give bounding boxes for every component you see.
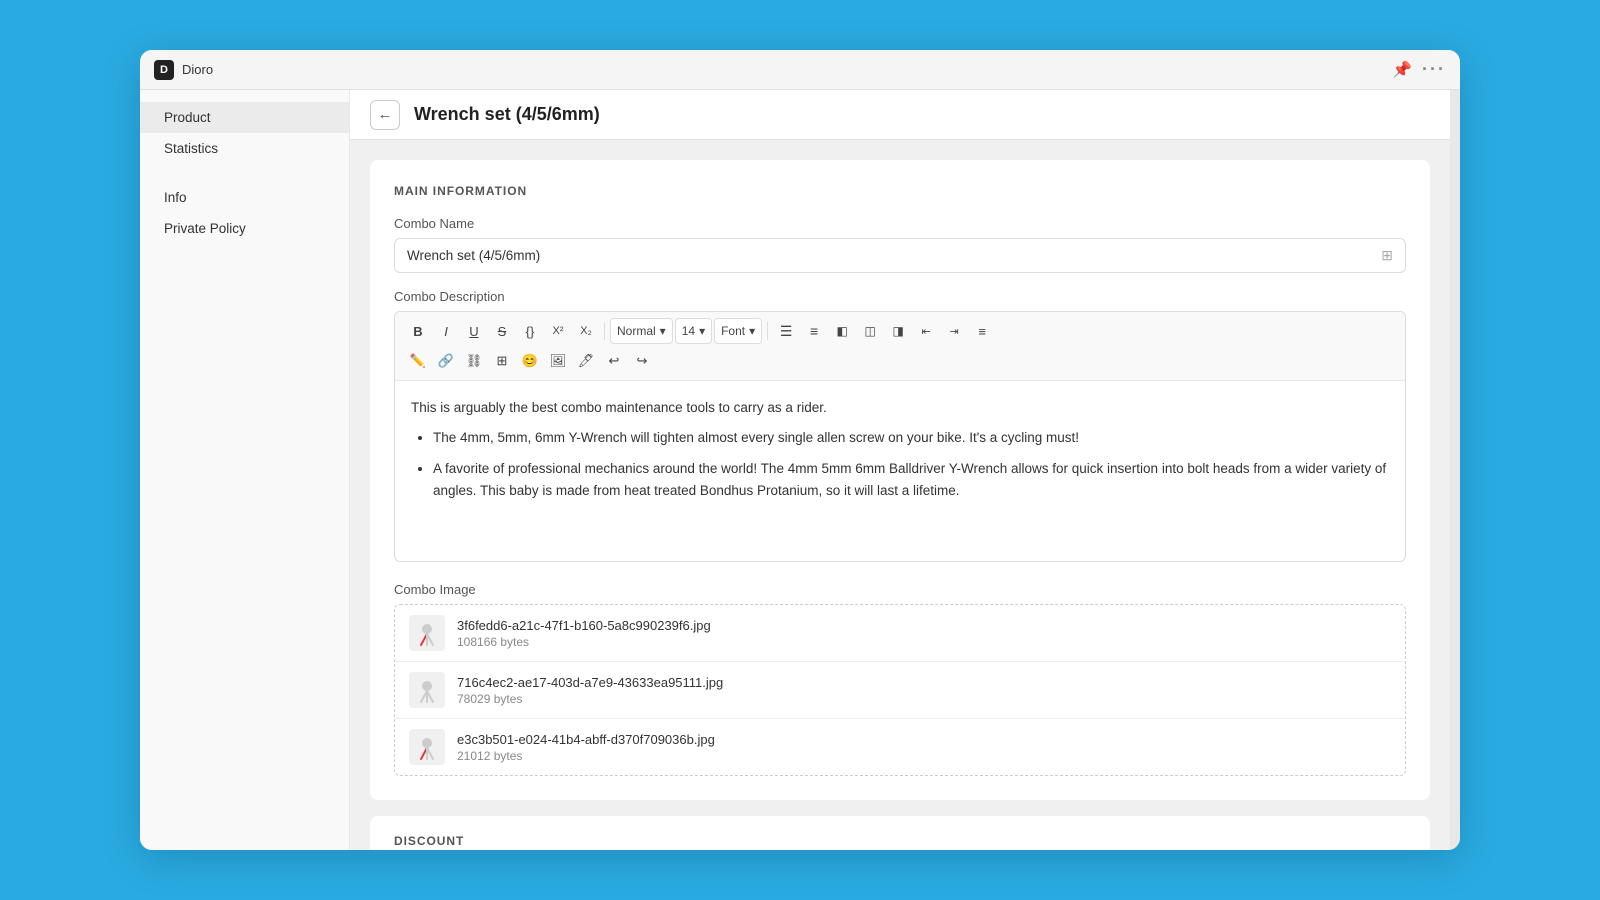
toolbar-indent-right[interactable]: ⇥	[941, 318, 967, 344]
list-item-1: The 4mm, 5mm, 6mm Y-Wrench will tighten …	[433, 427, 1389, 449]
page-title: Wrench set (4/5/6mm)	[414, 104, 600, 125]
style-value: Normal	[617, 324, 656, 338]
toolbar-ordered-list[interactable]: ≡	[801, 318, 827, 344]
combo-image-label: Combo Image	[394, 582, 1406, 597]
scrollbar[interactable]	[1450, 90, 1460, 850]
titlebar-icons: 📌 ···	[1392, 59, 1446, 80]
toolbar-emoji[interactable]: 😊	[517, 348, 543, 374]
image-info-1: 3f6fedd6-a21c-47f1-b160-5a8c990239f6.jpg…	[457, 618, 711, 649]
toolbar-superscript[interactable]: X²	[545, 318, 571, 344]
image-item-2: 716c4ec2-ae17-403d-a7e9-43633ea95111.jpg…	[395, 662, 1405, 719]
font-value: Font	[721, 324, 745, 338]
combo-desc-label: Combo Description	[394, 289, 1406, 304]
image-info-2: 716c4ec2-ae17-403d-a7e9-43633ea95111.jpg…	[457, 675, 723, 706]
app-name: Dioro	[182, 62, 1392, 77]
back-button[interactable]: ←	[370, 100, 400, 130]
toolbar-divider-2	[767, 322, 768, 340]
combo-desc-field: Combo Description B I U S {} X²	[394, 289, 1406, 562]
discount-card: DISCOUNT	[370, 816, 1430, 850]
image-thumb-3	[409, 729, 445, 765]
combo-name-input[interactable]: Wrench set (4/5/6mm) ⊞	[394, 238, 1406, 273]
image-list: 3f6fedd6-a21c-47f1-b160-5a8c990239f6.jpg…	[394, 604, 1406, 776]
editor-list: The 4mm, 5mm, 6mm Y-Wrench will tighten …	[411, 427, 1389, 502]
editor-toolbar: B I U S {} X² X₂ Normal	[395, 312, 1405, 381]
editor-wrapper: B I U S {} X² X₂ Normal	[394, 311, 1406, 562]
toolbar-redo[interactable]: ↪	[629, 348, 655, 374]
toolbar-indent-left[interactable]: ⇤	[913, 318, 939, 344]
combo-name-field: Combo Name Wrench set (4/5/6mm) ⊞	[394, 216, 1406, 273]
list-item-2: A favorite of professional mechanics aro…	[433, 458, 1389, 501]
toolbar-align-center[interactable]: ◫	[857, 318, 883, 344]
main-content: ← Wrench set (4/5/6mm) MAIN INFORMATION …	[350, 90, 1450, 850]
app-logo: D	[154, 60, 174, 80]
toolbar-justify[interactable]: ≡	[969, 318, 995, 344]
image-size-3: 21012 bytes	[457, 749, 715, 763]
toolbar-link[interactable]: 🔗	[433, 348, 459, 374]
toolbar-row-1: B I U S {} X² X₂ Normal	[405, 318, 1395, 344]
topbar: ← Wrench set (4/5/6mm)	[350, 90, 1450, 140]
toolbar-style-select[interactable]: Normal ▾	[610, 318, 673, 344]
back-icon: ←	[378, 106, 393, 123]
toolbar-align-right[interactable]: ◨	[885, 318, 911, 344]
app-body: Product Statistics Info Private Policy ←…	[140, 90, 1460, 850]
combo-image-field: Combo Image	[394, 582, 1406, 776]
font-arrow: ▾	[749, 324, 755, 338]
more-icon[interactable]: ···	[1422, 59, 1446, 80]
editor-paragraph: This is arguably the best combo maintena…	[411, 397, 1389, 419]
image-info-3: e3c3b501-e024-41b4-abff-d370f709036b.jpg…	[457, 732, 715, 763]
toolbar-underline[interactable]: U	[461, 318, 487, 344]
titlebar: D Dioro 📌 ···	[140, 50, 1460, 90]
toolbar-align-left[interactable]: ◧	[829, 318, 855, 344]
sidebar-item-product[interactable]: Product	[140, 102, 349, 133]
toolbar-highlight[interactable]: 🖊	[573, 348, 599, 374]
app-window: D Dioro 📌 ··· Product Statistics Info Pr…	[140, 50, 1460, 850]
pin-icon[interactable]: 📌	[1392, 60, 1412, 80]
toolbar-image[interactable]: 🖼	[545, 348, 571, 374]
toolbar-font-select[interactable]: Font ▾	[714, 318, 762, 344]
toolbar-table[interactable]: ⊞	[489, 348, 515, 374]
input-copy-icon: ⊞	[1381, 247, 1393, 264]
image-item-3: e3c3b501-e024-41b4-abff-d370f709036b.jpg…	[395, 719, 1405, 775]
toolbar-bold[interactable]: B	[405, 318, 431, 344]
image-item-1: 3f6fedd6-a21c-47f1-b160-5a8c990239f6.jpg…	[395, 605, 1405, 662]
editor-content[interactable]: This is arguably the best combo maintena…	[395, 381, 1405, 561]
toolbar-unlink[interactable]: ⛓	[461, 348, 487, 374]
toolbar-bullet-list[interactable]: ☰	[773, 318, 799, 344]
sidebar-item-statistics[interactable]: Statistics	[140, 133, 349, 164]
toolbar-code[interactable]: {}	[517, 318, 543, 344]
toolbar-row-2: ✏️ 🔗 ⛓ ⊞ 😊 🖼 🖊 ↩ ↪	[405, 348, 1395, 374]
toolbar-subscript[interactable]: X₂	[573, 318, 599, 344]
image-name-3: e3c3b501-e024-41b4-abff-d370f709036b.jpg	[457, 732, 715, 747]
toolbar-pencil[interactable]: ✏️	[405, 348, 431, 374]
size-arrow: ▾	[699, 324, 705, 338]
size-value: 14	[682, 324, 695, 338]
style-arrow: ▾	[660, 324, 666, 338]
content-area: MAIN INFORMATION Combo Name Wrench set (…	[350, 140, 1450, 850]
image-name-2: 716c4ec2-ae17-403d-a7e9-43633ea95111.jpg	[457, 675, 723, 690]
image-thumb-2	[409, 672, 445, 708]
main-info-card: MAIN INFORMATION Combo Name Wrench set (…	[370, 160, 1430, 800]
image-thumb-1	[409, 615, 445, 651]
image-size-2: 78029 bytes	[457, 692, 723, 706]
toolbar-undo[interactable]: ↩	[601, 348, 627, 374]
sidebar: Product Statistics Info Private Policy	[140, 90, 350, 850]
combo-name-value: Wrench set (4/5/6mm)	[407, 248, 540, 263]
section-title-discount: DISCOUNT	[394, 834, 1406, 848]
sidebar-divider	[140, 164, 349, 182]
toolbar-italic[interactable]: I	[433, 318, 459, 344]
sidebar-item-info[interactable]: Info	[140, 182, 349, 213]
combo-name-label: Combo Name	[394, 216, 1406, 231]
image-name-1: 3f6fedd6-a21c-47f1-b160-5a8c990239f6.jpg	[457, 618, 711, 633]
toolbar-divider-1	[604, 322, 605, 340]
image-size-1: 108166 bytes	[457, 635, 711, 649]
sidebar-item-private-policy[interactable]: Private Policy	[140, 213, 349, 244]
toolbar-strikethrough[interactable]: S	[489, 318, 515, 344]
section-title-main-info: MAIN INFORMATION	[394, 184, 1406, 198]
toolbar-size-select[interactable]: 14 ▾	[675, 318, 712, 344]
